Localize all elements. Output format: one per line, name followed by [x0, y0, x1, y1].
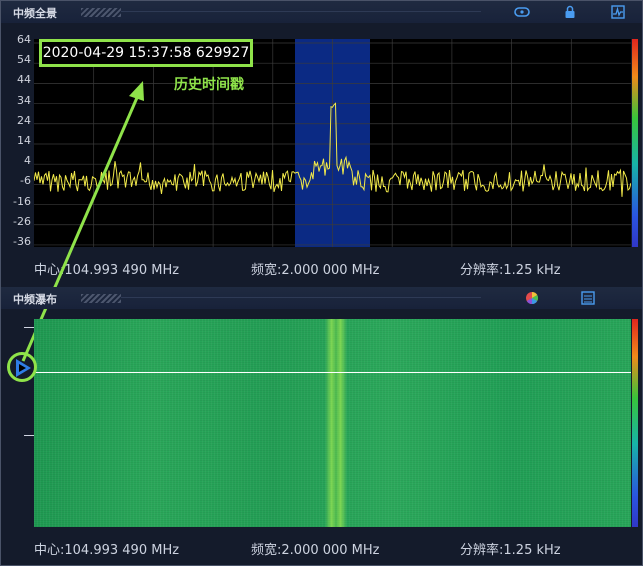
waterfall-info-bar: 中心:104.993 490 MHz 频宽:2.000 000 MHz 分辨率:…	[1, 537, 642, 559]
center-freq: 中心:104.993 490 MHz	[34, 539, 179, 558]
waterfall-titlebar: 中频瀑布	[1, 287, 642, 309]
span-freq: 频宽:2.000 000 MHz	[251, 539, 380, 558]
color-wheel-icon[interactable]	[523, 289, 541, 307]
waterfall-time-marker[interactable]	[34, 372, 631, 373]
center-label: 中心:	[34, 543, 65, 558]
title-divider	[121, 297, 481, 298]
waterfall-colorbar	[632, 319, 638, 527]
rbw-label: 分辨率:	[460, 543, 504, 558]
app-window: 中频全景 64 54 44 34 24 14 4 -6 -16 -26 -36 2020-04-29…	[0, 0, 643, 566]
list-icon[interactable]	[579, 289, 597, 307]
rbw: 分辨率:1.25 kHz	[460, 539, 561, 558]
waterfall-tick	[24, 327, 34, 328]
waterfall-signal-band	[325, 319, 347, 527]
center-value: 104.993 490 MHz	[64, 543, 180, 558]
waterfall-title: 中频瀑布	[13, 293, 57, 306]
span-value: 2.000 000 MHz	[281, 543, 380, 558]
rbw-value: 1.25 kHz	[503, 543, 561, 558]
title-decoration	[81, 294, 121, 303]
span-label: 频宽:	[251, 543, 282, 558]
waterfall-tick	[24, 435, 34, 436]
play-icon-inner	[19, 364, 26, 372]
